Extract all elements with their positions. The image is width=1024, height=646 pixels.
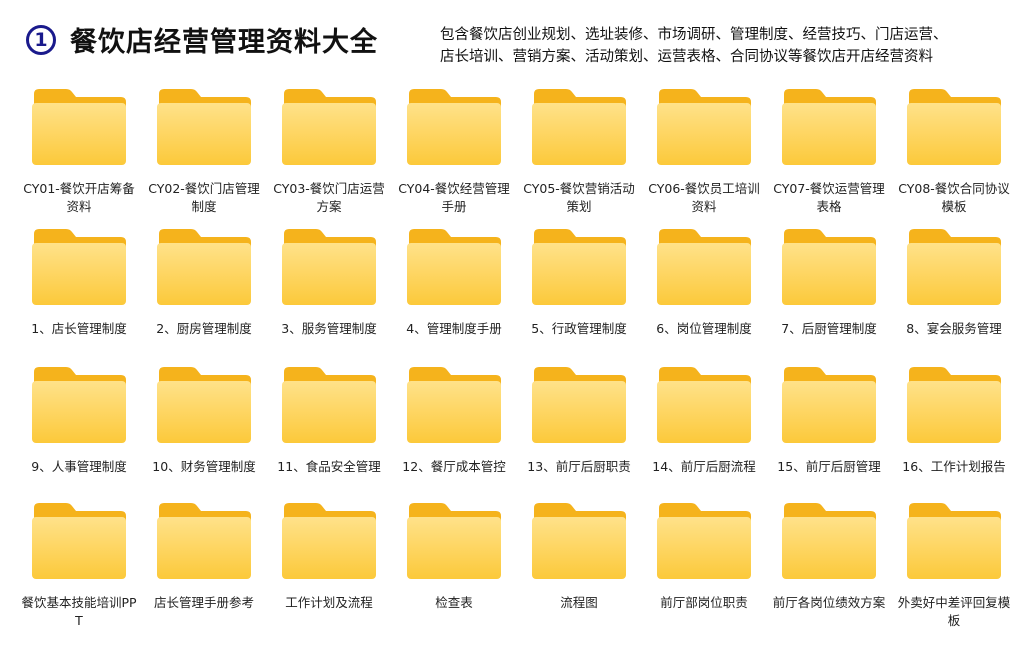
folder-item[interactable]: CY01-餐饮开店筹备资料: [17, 88, 141, 216]
folder-label: CY01-餐饮开店筹备资料: [23, 181, 135, 214]
folder-item[interactable]: 工作计划及流程: [267, 502, 391, 612]
folder-label: 14、前厅后厨流程: [652, 459, 756, 474]
folder-label: CY03-餐饮门店运营方案: [273, 181, 385, 214]
folder-item[interactable]: 16、工作计划报告: [892, 366, 1016, 476]
folder-label: 5、行政管理制度: [531, 321, 627, 336]
folder-label: 1、店长管理制度: [31, 321, 127, 336]
folder-item[interactable]: 前厅各岗位绩效方案: [767, 502, 891, 612]
folder-icon[interactable]: [655, 228, 753, 306]
folder-icon[interactable]: [780, 366, 878, 444]
folder-item[interactable]: 3、服务管理制度: [267, 228, 391, 338]
folder-item[interactable]: 2、厨房管理制度: [142, 228, 266, 338]
folder-label: 3、服务管理制度: [281, 321, 377, 336]
folder-icon[interactable]: [155, 228, 253, 306]
folder-item[interactable]: 店长管理手册参考: [142, 502, 266, 612]
folder-item[interactable]: CY04-餐饮经营管理手册: [392, 88, 516, 216]
folder-icon[interactable]: [780, 88, 878, 166]
folder-label: 4、管理制度手册: [406, 321, 502, 336]
folder-icon[interactable]: [905, 228, 1003, 306]
folder-label: 外卖好中差评回复模板: [897, 595, 1011, 628]
folder-label: 9、人事管理制度: [31, 459, 127, 474]
folder-icon[interactable]: [155, 366, 253, 444]
folder-item[interactable]: CY05-餐饮营销活动策划: [517, 88, 641, 216]
folder-icon[interactable]: [530, 228, 628, 306]
folder-label: 检查表: [435, 595, 473, 610]
folder-item[interactable]: CY03-餐饮门店运营方案: [267, 88, 391, 216]
folder-icon[interactable]: [280, 228, 378, 306]
folder-icon[interactable]: [30, 366, 128, 444]
folder-icon[interactable]: [530, 366, 628, 444]
folder-item[interactable]: 前厅部岗位职责: [642, 502, 766, 612]
folder-label: 7、后厨管理制度: [781, 321, 877, 336]
folder-item[interactable]: 13、前厅后厨职责: [517, 366, 641, 476]
folder-label: CY02-餐饮门店管理制度: [148, 181, 260, 214]
folder-item[interactable]: 15、前厅后厨管理: [767, 366, 891, 476]
folder-icon[interactable]: [280, 502, 378, 580]
folder-icon[interactable]: [280, 88, 378, 166]
folder-icon[interactable]: [30, 88, 128, 166]
folder-item[interactable]: 外卖好中差评回复模板: [892, 502, 1016, 630]
folder-item[interactable]: 6、岗位管理制度: [642, 228, 766, 338]
folder-label: 12、餐厅成本管控: [402, 459, 506, 474]
folder-label: 8、宴会服务管理: [906, 321, 1002, 336]
folder-item[interactable]: 7、后厨管理制度: [767, 228, 891, 338]
folder-icon[interactable]: [405, 502, 503, 580]
folder-label: 前厅部岗位职责: [660, 595, 748, 610]
folder-label: 餐饮基本技能培训PPT: [21, 595, 137, 628]
folder-item[interactable]: 10、财务管理制度: [142, 366, 266, 476]
folder-icon[interactable]: [155, 502, 253, 580]
folder-label: CY06-餐饮员工培训资料: [648, 181, 760, 214]
folder-item[interactable]: CY07-餐饮运营管理表格: [767, 88, 891, 216]
folder-label: CY04-餐饮经营管理手册: [398, 181, 510, 214]
folder-item[interactable]: CY06-餐饮员工培训资料: [642, 88, 766, 216]
folder-item[interactable]: 1、店长管理制度: [17, 228, 141, 338]
folder-icon[interactable]: [780, 502, 878, 580]
folder-label: 前厅各岗位绩效方案: [772, 595, 886, 610]
folder-label: 10、财务管理制度: [152, 459, 256, 474]
folder-label: 6、岗位管理制度: [656, 321, 752, 336]
folder-label: CY08-餐饮合同协议模板: [898, 181, 1010, 214]
folder-icon[interactable]: [905, 502, 1003, 580]
folder-label: 2、厨房管理制度: [156, 321, 252, 336]
folder-label: 15、前厅后厨管理: [777, 459, 881, 474]
folder-icon[interactable]: [905, 88, 1003, 166]
folder-grid: CY01-餐饮开店筹备资料 CY02-餐饮门店管理制度 CY03-餐饮门店运营方案 C…: [0, 0, 1024, 646]
folder-icon[interactable]: [30, 502, 128, 580]
folder-icon[interactable]: [30, 228, 128, 306]
folder-icon[interactable]: [655, 502, 753, 580]
folder-label: 13、前厅后厨职责: [527, 459, 631, 474]
folder-icon[interactable]: [655, 88, 753, 166]
folder-item[interactable]: 9、人事管理制度: [17, 366, 141, 476]
folder-item[interactable]: 8、宴会服务管理: [892, 228, 1016, 338]
folder-label: 11、食品安全管理: [277, 459, 381, 474]
folder-icon[interactable]: [405, 366, 503, 444]
folder-icon[interactable]: [280, 366, 378, 444]
folder-icon[interactable]: [405, 88, 503, 166]
folder-item[interactable]: CY08-餐饮合同协议模板: [892, 88, 1016, 216]
folder-item[interactable]: 5、行政管理制度: [517, 228, 641, 338]
folder-label: CY05-餐饮营销活动策划: [523, 181, 635, 214]
folder-item[interactable]: 流程图: [517, 502, 641, 612]
folder-item[interactable]: 14、前厅后厨流程: [642, 366, 766, 476]
folder-icon[interactable]: [655, 366, 753, 444]
folder-item[interactable]: CY02-餐饮门店管理制度: [142, 88, 266, 216]
folder-item[interactable]: 餐饮基本技能培训PPT: [17, 502, 141, 630]
folder-label: 16、工作计划报告: [902, 459, 1006, 474]
folder-item[interactable]: 4、管理制度手册: [392, 228, 516, 338]
folder-icon[interactable]: [155, 88, 253, 166]
folder-icon[interactable]: [905, 366, 1003, 444]
folder-item[interactable]: 11、食品安全管理: [267, 366, 391, 476]
folder-label: 工作计划及流程: [285, 595, 373, 610]
folder-item[interactable]: 12、餐厅成本管控: [392, 366, 516, 476]
folder-item[interactable]: 检查表: [392, 502, 516, 612]
folder-label: CY07-餐饮运营管理表格: [773, 181, 885, 214]
page: 1 餐饮店经营管理资料大全 包含餐饮店创业规划、选址装修、市场调研、管理制度、经…: [0, 0, 1024, 646]
folder-icon[interactable]: [530, 88, 628, 166]
folder-label: 流程图: [560, 595, 598, 610]
folder-icon[interactable]: [405, 228, 503, 306]
folder-icon[interactable]: [780, 228, 878, 306]
folder-icon[interactable]: [530, 502, 628, 580]
folder-label: 店长管理手册参考: [153, 595, 254, 610]
